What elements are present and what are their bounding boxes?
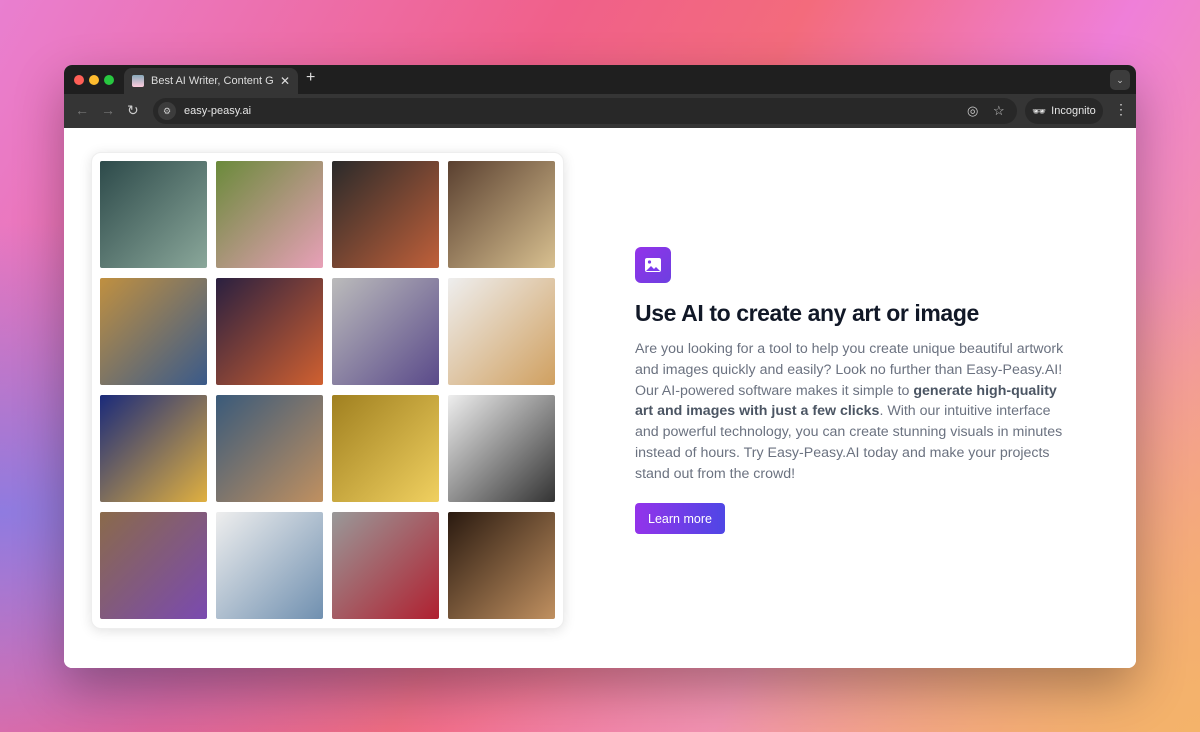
- browser-tab[interactable]: Best AI Writer, Content Generator ✕: [124, 68, 298, 94]
- address-bar[interactable]: ⚙ easy-peasy.ai ◎ ☆: [153, 98, 1017, 124]
- gallery-image-red-sports-car: [332, 512, 439, 619]
- gallery-image-purple-monkey-cafe: [100, 512, 207, 619]
- tab-bar: Best AI Writer, Content Generator ✕ + ⌄: [64, 65, 1136, 94]
- gallery-image-bread-closeup: [448, 512, 555, 619]
- browser-window: Best AI Writer, Content Generator ✕ + ⌄ …: [64, 65, 1136, 668]
- reload-icon[interactable]: ↻: [127, 102, 139, 119]
- close-tab-icon[interactable]: ✕: [280, 74, 290, 88]
- maximize-window-button[interactable]: [104, 75, 114, 85]
- gallery-image-city-watercolor: [216, 512, 323, 619]
- gallery-image-puppies-with-guitar: [448, 161, 555, 268]
- gallery-image-birthday-cake: [448, 278, 555, 385]
- image-icon: [635, 247, 671, 283]
- gallery-image-banana-bed: [332, 395, 439, 502]
- back-icon[interactable]: ←: [75, 102, 89, 118]
- section-heading: Use AI to create any art or image: [635, 300, 979, 326]
- learn-more-button[interactable]: Learn more: [635, 503, 725, 534]
- new-tab-icon[interactable]: +: [306, 69, 315, 87]
- gallery-image-woman-in-garden: [216, 161, 323, 268]
- minimize-window-button[interactable]: [89, 75, 99, 85]
- tab-search-chevron-icon[interactable]: ⌄: [1110, 70, 1130, 90]
- section-description: Are you looking for a tool to help you c…: [635, 339, 1065, 485]
- gallery-image-monster-truck: [332, 278, 439, 385]
- gallery-image-dragon: [100, 161, 207, 268]
- incognito-icon: 🕶: [1032, 105, 1047, 118]
- incognito-label: Incognito: [1051, 105, 1096, 117]
- gallery-image-basketball-space: [216, 278, 323, 385]
- url-text[interactable]: easy-peasy.ai: [184, 105, 251, 117]
- gallery-image-giraffe-city: [100, 278, 207, 385]
- page-content: Use AI to create any art or image Are yo…: [64, 128, 1136, 668]
- favicon-icon: [132, 75, 144, 87]
- more-menu-icon[interactable]: ⋮: [1114, 101, 1128, 118]
- star-icon[interactable]: ☆: [993, 103, 1005, 119]
- image-gallery-card: [91, 152, 564, 629]
- forward-icon[interactable]: →: [101, 102, 115, 118]
- gallery-image-salmon-dish: [332, 161, 439, 268]
- incognito-badge[interactable]: 🕶 Incognito: [1025, 98, 1103, 124]
- site-info-icon[interactable]: ⚙: [158, 102, 176, 120]
- toolbar: ← → ↻ ⚙ easy-peasy.ai ◎ ☆ 🕶 Incognito ⋮: [64, 94, 1136, 128]
- tab-title: Best AI Writer, Content Generator: [151, 75, 274, 87]
- eye-off-icon[interactable]: ◎: [967, 103, 978, 119]
- gallery-image-robot-comic: [216, 395, 323, 502]
- gallery-image-new-year-party: [100, 395, 207, 502]
- close-window-button[interactable]: [74, 75, 84, 85]
- gallery-image-dining-room: [448, 395, 555, 502]
